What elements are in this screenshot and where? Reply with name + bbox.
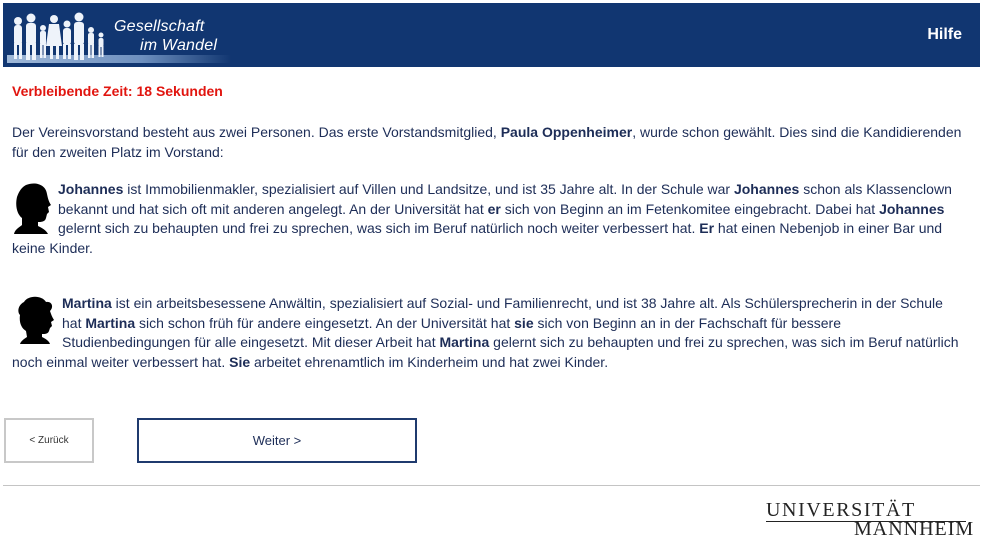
gesellschaft-im-wandel-logo: Gesellschaft im Wandel [7, 11, 257, 65]
logo-line-1: Gesellschaft [114, 18, 205, 35]
candidate-name: Martina [85, 314, 136, 331]
candidate-pronoun: Er [699, 220, 715, 236]
remaining-time-text: Verbleibende Zeit: 18 Sekunden [12, 83, 223, 99]
candidate-text: gelernt sich zu behaupten und frei zu sp… [58, 220, 700, 236]
candidate-name: Johannes [733, 181, 800, 197]
candidate-text: arbeitet ehrenamtlich im Kinderheim und … [250, 353, 609, 370]
logo-line-2: im Wandel [140, 37, 218, 54]
candidate-name: Johannes [879, 200, 945, 217]
candidate-name: Martina [62, 295, 112, 311]
help-link[interactable]: Hilfe [927, 26, 962, 44]
candidate-johannes: Johannes ist Immobilienmakler, spezialis… [12, 180, 962, 258]
candidate-name: Martina [439, 334, 490, 350]
header-bar: Gesellschaft im Wandel Hilfe [3, 3, 980, 67]
intro-text-1: Der Vereinsvorstand besteht aus zwei Per… [12, 124, 501, 140]
first-board-member-name: Paula Oppenheimer [500, 124, 633, 140]
candidate-text: ist Immobilienmakler, spezialisiert auf … [123, 181, 734, 197]
logo-text: Gesellschaft im Wandel [114, 17, 217, 55]
next-button[interactable]: Weiter > [137, 418, 417, 463]
candidate-pronoun: Sie [229, 353, 251, 370]
candidate-text: sich von Beginn an im Fetenkomitee einge… [500, 200, 880, 217]
candidate-text: sich schon früh für andere eingesetzt. A… [135, 314, 515, 331]
candidate-pronoun: er [487, 200, 501, 217]
people-silhouettes-icon [14, 12, 104, 60]
intro-paragraph: Der Vereinsvorstand besteht aus zwei Per… [12, 123, 962, 162]
candidate-pronoun: sie [514, 314, 534, 331]
universitaet-mannheim-logo: UNIVERSITÄT MANNHEIM [766, 499, 973, 540]
back-button[interactable]: < Zurück [4, 418, 94, 463]
footer-divider [3, 485, 980, 486]
female-silhouette-icon [18, 296, 54, 344]
candidate-name: Johannes [58, 181, 124, 197]
candidate-martina: Martina ist ein arbeitsbesessene Anwälti… [12, 294, 962, 372]
uni-logo-line-2: MANNHEIM [854, 518, 975, 540]
male-silhouette-icon [14, 183, 51, 234]
